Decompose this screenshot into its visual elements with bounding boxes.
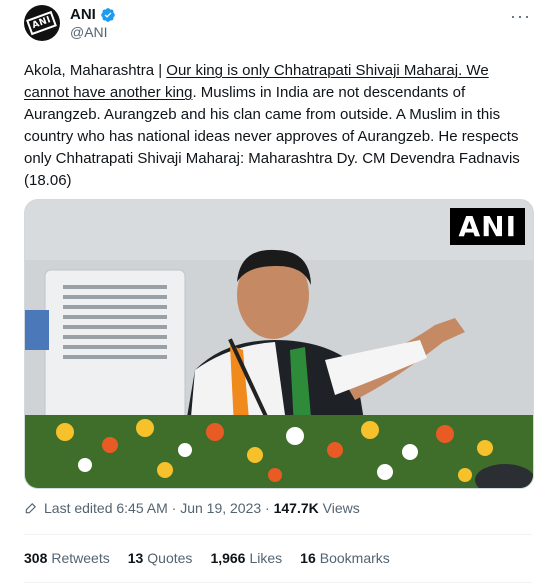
edited-timestamp[interactable]: Last edited 6:45 AM · Jun 19, 2023 · 147… — [44, 500, 360, 516]
divider — [24, 582, 532, 583]
more-options-icon[interactable]: ··· — [510, 6, 531, 27]
tweet-media-image[interactable]: ANI — [24, 199, 534, 489]
pencil-icon — [25, 503, 36, 514]
tweet: ANI ANI @ANI ··· Akola, Maharashtra | Ou… — [0, 0, 545, 586]
author-handle[interactable]: @ANI — [70, 24, 108, 40]
author-name[interactable]: ANI — [70, 6, 96, 23]
ani-logo: ANI — [26, 10, 58, 36]
likes-stat[interactable]: 1,966 Likes — [210, 550, 282, 566]
ani-watermark: ANI — [450, 208, 525, 245]
tweet-meta: Last edited 6:45 AM · Jun 19, 2023 · 147… — [24, 500, 360, 516]
avatar[interactable]: ANI — [24, 5, 60, 41]
tweet-stats: 308 Retweets 13 Quotes 1,966 Likes 16 Bookma… — [24, 550, 390, 566]
quotes-stat[interactable]: 13 Quotes — [128, 550, 193, 566]
tweet-text-part1: Akola, Maharashtra | — [24, 62, 167, 79]
views-count: 147.7K — [273, 500, 319, 516]
author-name-row: ANI — [70, 6, 116, 23]
divider — [24, 534, 532, 535]
bookmarks-stat[interactable]: 16 Bookmarks — [300, 550, 390, 566]
tweet-text: Akola, Maharashtra | Our king is only Ch… — [24, 60, 532, 192]
views-label: Views — [322, 500, 360, 516]
retweets-stat[interactable]: 308 Retweets — [24, 550, 110, 566]
verified-badge-icon — [101, 7, 115, 22]
